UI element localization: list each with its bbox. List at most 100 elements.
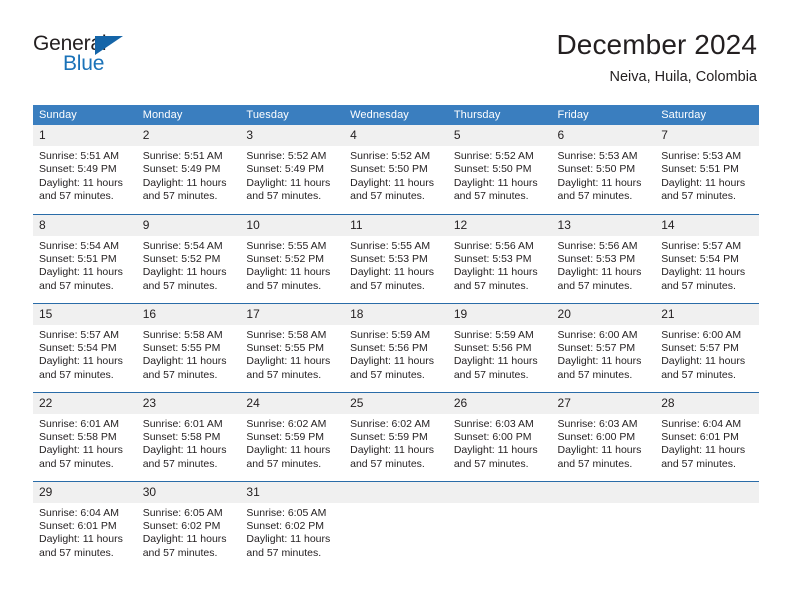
day-info: Sunrise: 5:56 AM Sunset: 5:53 PM Dayligh… xyxy=(552,236,656,294)
day-cell[interactable]: 31 Sunrise: 6:05 AM Sunset: 6:02 PM Dayl… xyxy=(240,480,345,570)
daylight-text: Daylight: 11 hours and 57 minutes. xyxy=(453,176,538,203)
day-cell[interactable]: 17 Sunrise: 5:58 AM Sunset: 5:55 PM Dayl… xyxy=(240,302,345,392)
daylight-text: Daylight: 11 hours and 57 minutes. xyxy=(661,355,746,381)
sunset-text: Sunset: 5:49 PM xyxy=(246,163,325,176)
day-cell[interactable]: 30 Sunrise: 6:05 AM Sunset: 6:02 PM Dayl… xyxy=(136,480,241,570)
day-cell[interactable]: 23 Sunrise: 6:01 AM Sunset: 5:58 PM Dayl… xyxy=(136,391,241,481)
day-number: 9 xyxy=(136,214,241,236)
day-cell-empty xyxy=(551,480,656,570)
day-cell[interactable]: 26 Sunrise: 6:03 AM Sunset: 6:00 PM Dayl… xyxy=(447,391,552,481)
daylight-text: Daylight: 11 hours and 57 minutes. xyxy=(350,355,434,381)
day-info: Sunrise: 6:03 AM Sunset: 6:00 PM Dayligh… xyxy=(552,414,656,472)
day-cell[interactable]: 11 Sunrise: 5:55 AM Sunset: 5:53 PM Dayl… xyxy=(344,213,448,303)
day-cell[interactable]: 18 Sunrise: 5:59 AM Sunset: 5:56 PM Dayl… xyxy=(344,302,448,392)
day-cell[interactable]: 6 Sunrise: 5:53 AM Sunset: 5:50 PM Dayli… xyxy=(551,125,656,214)
page-title: December 2024 xyxy=(556,29,757,60)
day-number: 17 xyxy=(240,303,345,325)
day-cell[interactable]: 10 Sunrise: 5:55 AM Sunset: 5:52 PM Dayl… xyxy=(240,213,345,303)
day-cell[interactable]: 25 Sunrise: 6:02 AM Sunset: 5:59 PM Dayl… xyxy=(344,391,448,481)
sunset-text: Sunset: 5:50 PM xyxy=(557,163,636,176)
day-info: Sunrise: 5:52 AM Sunset: 5:50 PM Dayligh… xyxy=(344,146,448,204)
day-number: 5 xyxy=(447,125,552,146)
daylight-text: Daylight: 11 hours and 57 minutes. xyxy=(246,355,331,381)
day-cell[interactable]: 20 Sunrise: 6:00 AM Sunset: 5:57 PM Dayl… xyxy=(551,302,656,392)
day-cell[interactable]: 28 Sunrise: 6:04 AM Sunset: 6:01 PM Dayl… xyxy=(655,391,759,481)
day-cell[interactable]: 16 Sunrise: 5:58 AM Sunset: 5:55 PM Dayl… xyxy=(136,302,241,392)
day-cell[interactable]: 13 Sunrise: 5:56 AM Sunset: 5:53 PM Dayl… xyxy=(551,213,656,303)
day-number: 16 xyxy=(136,303,241,325)
day-number: 11 xyxy=(344,214,448,236)
day-info: Sunrise: 6:03 AM Sunset: 6:00 PM Dayligh… xyxy=(448,414,552,472)
day-cell[interactable]: 3 Sunrise: 5:52 AM Sunset: 5:49 PM Dayli… xyxy=(240,125,345,214)
title-block: December 2024 Neiva, Huila, Colombia xyxy=(556,28,757,87)
day-info: Sunrise: 6:04 AM Sunset: 6:01 PM Dayligh… xyxy=(655,414,759,472)
sunset-text: Sunset: 5:56 PM xyxy=(350,341,428,354)
day-number: 14 xyxy=(655,214,759,236)
day-cell[interactable]: 14 Sunrise: 5:57 AM Sunset: 5:54 PM Dayl… xyxy=(655,213,759,303)
day-number: 6 xyxy=(551,125,656,146)
day-number: 15 xyxy=(33,303,137,325)
sunrise-text: Sunrise: 6:03 AM xyxy=(453,417,534,430)
weekday-header-tuesday: Tuesday xyxy=(240,105,345,125)
weekday-header-sunday: Sunday xyxy=(33,105,137,125)
day-info: Sunrise: 6:01 AM Sunset: 5:58 PM Dayligh… xyxy=(33,414,137,472)
day-number: 29 xyxy=(33,481,137,503)
sunset-text: Sunset: 5:57 PM xyxy=(557,341,636,354)
day-info: Sunrise: 6:05 AM Sunset: 6:02 PM Dayligh… xyxy=(240,503,344,561)
weekday-header-wednesday: Wednesday xyxy=(344,105,448,125)
day-number: 1 xyxy=(33,125,137,146)
daylight-text: Daylight: 11 hours and 57 minutes. xyxy=(246,444,331,470)
daylight-text: Daylight: 11 hours and 57 minutes. xyxy=(246,266,331,292)
sunrise-text: Sunrise: 6:05 AM xyxy=(246,506,327,519)
sunset-text: Sunset: 5:53 PM xyxy=(557,252,636,265)
weekday-header-thursday: Thursday xyxy=(447,105,552,125)
day-cell[interactable]: 29 Sunrise: 6:04 AM Sunset: 6:01 PM Dayl… xyxy=(33,480,137,570)
sunset-text: Sunset: 5:53 PM xyxy=(453,252,532,265)
day-cell[interactable]: 21 Sunrise: 6:00 AM Sunset: 5:57 PM Dayl… xyxy=(655,302,759,392)
day-info: Sunrise: 6:01 AM Sunset: 5:58 PM Dayligh… xyxy=(137,414,241,472)
day-cell[interactable]: 4 Sunrise: 5:52 AM Sunset: 5:50 PM Dayli… xyxy=(344,125,448,214)
sunset-text: Sunset: 6:02 PM xyxy=(142,519,221,532)
day-number: 30 xyxy=(136,481,241,503)
day-info: Sunrise: 5:52 AM Sunset: 5:49 PM Dayligh… xyxy=(240,146,344,204)
daylight-text: Daylight: 11 hours and 57 minutes. xyxy=(142,355,227,381)
sunset-text: Sunset: 5:54 PM xyxy=(39,341,117,354)
sunset-text: Sunset: 5:55 PM xyxy=(142,341,221,354)
daylight-text: Daylight: 11 hours and 57 minutes. xyxy=(557,355,642,381)
daylight-text: Daylight: 11 hours and 57 minutes. xyxy=(39,355,123,381)
week-row: 15 Sunrise: 5:57 AM Sunset: 5:54 PM Dayl… xyxy=(33,302,759,392)
day-cell[interactable]: 22 Sunrise: 6:01 AM Sunset: 5:58 PM Dayl… xyxy=(33,391,137,481)
sunrise-text: Sunrise: 5:56 AM xyxy=(453,239,534,252)
day-info: Sunrise: 6:02 AM Sunset: 5:59 PM Dayligh… xyxy=(344,414,448,472)
sunrise-text: Sunrise: 5:55 AM xyxy=(246,239,327,252)
day-cell[interactable]: 8 Sunrise: 5:54 AM Sunset: 5:51 PM Dayli… xyxy=(33,213,137,303)
sunset-text: Sunset: 6:02 PM xyxy=(246,519,325,532)
page-subtitle: Neiva, Huila, Colombia xyxy=(609,69,757,85)
sunrise-text: Sunrise: 6:00 AM xyxy=(661,328,742,341)
sunset-text: Sunset: 5:54 PM xyxy=(661,252,739,265)
day-info: Sunrise: 5:58 AM Sunset: 5:55 PM Dayligh… xyxy=(137,325,241,383)
sunrise-text: Sunrise: 5:58 AM xyxy=(142,328,223,341)
daylight-text: Daylight: 11 hours and 57 minutes. xyxy=(350,266,434,292)
calendar-page: General Blue December 2024 Neiva, Huila,… xyxy=(0,0,792,612)
day-info: Sunrise: 5:54 AM Sunset: 5:52 PM Dayligh… xyxy=(137,236,241,294)
sunrise-text: Sunrise: 6:01 AM xyxy=(142,417,223,430)
day-info: Sunrise: 5:59 AM Sunset: 5:56 PM Dayligh… xyxy=(344,325,448,383)
day-cell[interactable]: 7 Sunrise: 5:53 AM Sunset: 5:51 PM Dayli… xyxy=(655,125,759,214)
day-cell[interactable]: 2 Sunrise: 5:51 AM Sunset: 5:49 PM Dayli… xyxy=(136,125,241,214)
sunrise-text: Sunrise: 6:00 AM xyxy=(557,328,638,341)
sunrise-text: Sunrise: 6:05 AM xyxy=(142,506,223,519)
day-cell[interactable]: 9 Sunrise: 5:54 AM Sunset: 5:52 PM Dayli… xyxy=(136,213,241,303)
day-cell[interactable]: 15 Sunrise: 5:57 AM Sunset: 5:54 PM Dayl… xyxy=(33,302,137,392)
day-cell[interactable]: 1 Sunrise: 5:51 AM Sunset: 5:49 PM Dayli… xyxy=(33,125,137,214)
sunrise-text: Sunrise: 6:03 AM xyxy=(557,417,638,430)
day-cell[interactable]: 5 Sunrise: 5:52 AM Sunset: 5:50 PM Dayli… xyxy=(447,125,552,214)
day-cell[interactable]: 27 Sunrise: 6:03 AM Sunset: 6:00 PM Dayl… xyxy=(551,391,656,481)
day-cell[interactable]: 19 Sunrise: 5:59 AM Sunset: 5:56 PM Dayl… xyxy=(447,302,552,392)
day-cell[interactable]: 12 Sunrise: 5:56 AM Sunset: 5:53 PM Dayl… xyxy=(447,213,552,303)
day-cell[interactable]: 24 Sunrise: 6:02 AM Sunset: 5:59 PM Dayl… xyxy=(240,391,345,481)
day-number: 23 xyxy=(136,392,241,414)
daylight-text: Daylight: 11 hours and 57 minutes. xyxy=(453,444,538,470)
day-number: 10 xyxy=(240,214,345,236)
day-info: Sunrise: 6:00 AM Sunset: 5:57 PM Dayligh… xyxy=(655,325,759,383)
